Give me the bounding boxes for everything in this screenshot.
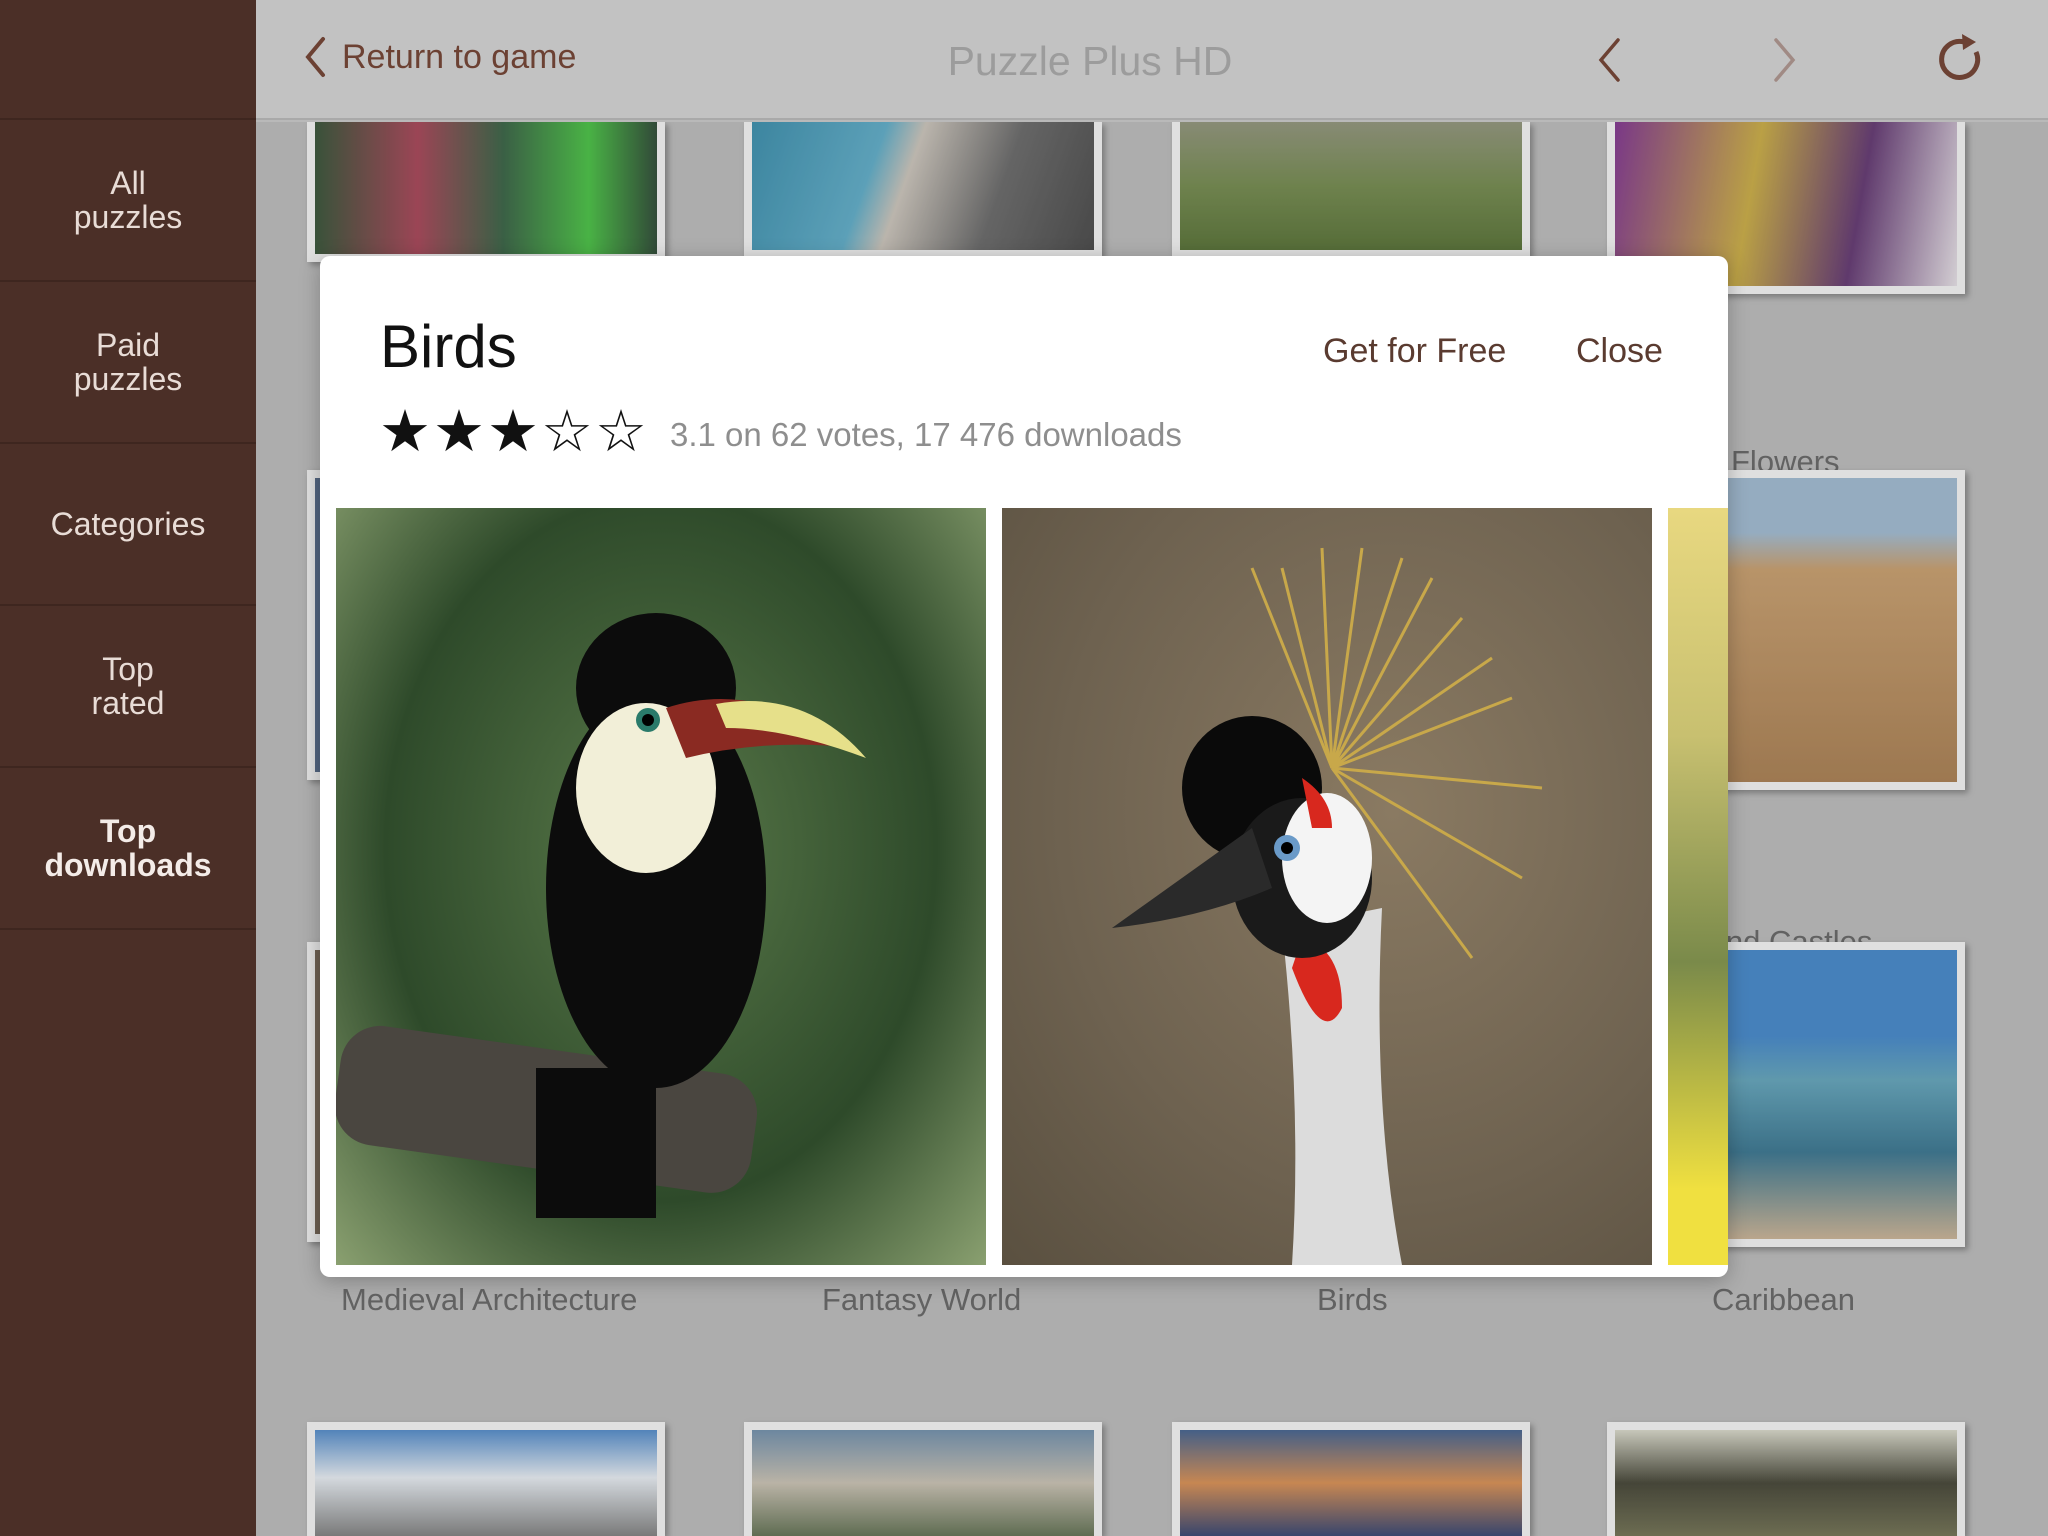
next-button[interactable] (1772, 36, 1798, 89)
sidebar: All puzzles Paid puzzles Categories Top … (0, 0, 256, 1536)
refresh-button[interactable] (1936, 32, 1986, 91)
star-filled-icon: ★ (433, 399, 485, 464)
sidebar-item-paid-puzzles[interactable]: Paid puzzles (0, 282, 256, 444)
star-filled-icon: ★ (487, 399, 539, 464)
close-button[interactable]: Close (1576, 332, 1663, 371)
rating-text: 3.1 on 62 votes, 17 476 downloads (670, 416, 1182, 453)
preview-image-toucan (334, 508, 986, 1265)
star-empty-icon: ☆ (595, 399, 647, 464)
preview-image-flowers (1668, 508, 1728, 1265)
puzzle-detail-modal: Birds Get for Free Close ★ ★ ★ ☆ ☆ 3.1 on 62… (320, 256, 1728, 1277)
prev-button[interactable] (1596, 36, 1622, 89)
modal-title: Birds (380, 313, 517, 380)
sidebar-top (0, 0, 256, 120)
header: Return to game Puzzle Plus HD (256, 0, 2048, 120)
sidebar-item-all-puzzles[interactable]: All puzzles (0, 120, 256, 282)
refresh-icon (1939, 34, 1981, 80)
sidebar-item-top-downloads[interactable]: Top downloads (0, 768, 256, 930)
sidebar-item-top-rated[interactable]: Top rated (0, 606, 256, 768)
sidebar-item-categories[interactable]: Categories (0, 444, 256, 606)
crane-illustration (1112, 547, 1543, 1265)
chevron-left-icon (1598, 38, 1620, 82)
star-empty-icon: ☆ (541, 399, 593, 464)
toucan-illustration (334, 613, 866, 1218)
chevron-right-icon (1774, 38, 1796, 82)
star-rating: ★ ★ ★ ☆ ☆ (378, 402, 648, 462)
preview-image-crowned-crane (1002, 508, 1652, 1265)
get-for-free-button[interactable]: Get for Free (1323, 332, 1506, 371)
star-filled-icon: ★ (379, 399, 431, 464)
